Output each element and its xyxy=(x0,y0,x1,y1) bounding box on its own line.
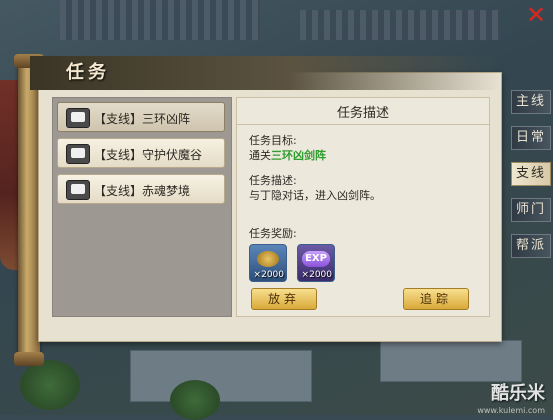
quest-item-label: 【支线】赤魂梦境 xyxy=(94,184,191,198)
track-button[interactable]: 追踪 xyxy=(403,288,469,310)
description-header: 任务描述 xyxy=(336,106,389,121)
tab-daily[interactable]: 日常 xyxy=(511,126,551,150)
watermark-logo: 酷乐米 xyxy=(491,383,545,404)
watermark-url: www.kulemi.com xyxy=(477,406,545,415)
quest-scroll-icon xyxy=(66,180,90,200)
quest-description-panel: 任务描述 任务目标: 通关三环凶剑阵 任务描述: 与丁隐对话，进入凶剑阵。 任务… xyxy=(236,97,490,317)
target-prefix: 通关 xyxy=(249,149,271,162)
reward-coin[interactable]: ×2000 xyxy=(249,244,287,282)
roof-decoration xyxy=(300,10,500,40)
quest-scroll-icon xyxy=(66,108,90,128)
reward-exp[interactable]: EXP ×2000 xyxy=(297,244,335,282)
reward-count: ×2000 xyxy=(253,270,284,280)
exp-icon: EXP xyxy=(302,251,330,267)
target-highlight: 三环凶剑阵 xyxy=(271,149,326,162)
quest-item-fu-mo-gu[interactable]: 【支线】守护伏魔谷 xyxy=(57,138,225,168)
window-title: 任务 xyxy=(66,62,110,83)
target-label: 任务目标: xyxy=(249,134,297,147)
scroll-cap-bottom xyxy=(14,352,44,366)
quest-list: 【支线】三环凶阵 【支线】守护伏魔谷 【支线】赤魂梦境 xyxy=(52,97,232,317)
desc-text: 与丁隐对话，进入凶剑阵。 xyxy=(249,189,381,202)
tab-side[interactable]: 支线 xyxy=(511,162,551,186)
tree-decoration xyxy=(20,360,80,410)
quest-item-chi-hun[interactable]: 【支线】赤魂梦境 xyxy=(57,174,225,204)
abandon-button[interactable]: 放弃 xyxy=(251,288,317,310)
close-button[interactable]: ✕ xyxy=(525,3,547,27)
desc-label: 任务描述: xyxy=(249,174,297,187)
target-value: 通关三环凶剑阵 xyxy=(249,147,326,163)
quest-scroll-icon xyxy=(66,144,90,164)
quest-item-label: 【支线】守护伏魔谷 xyxy=(94,148,203,162)
divider xyxy=(237,124,489,125)
tree-decoration xyxy=(170,380,220,420)
tab-guild[interactable]: 帮派 xyxy=(511,234,551,258)
quest-item-san-huan[interactable]: 【支线】三环凶阵 xyxy=(57,102,225,132)
tab-sect[interactable]: 师门 xyxy=(511,198,551,222)
roof-decoration xyxy=(60,0,260,40)
wall-decoration xyxy=(380,340,522,382)
reward-label: 任务奖励: xyxy=(249,227,297,240)
reward-count: ×2000 xyxy=(301,270,332,280)
scroll-rod xyxy=(18,60,40,360)
quest-item-label: 【支线】三环凶阵 xyxy=(94,112,191,126)
wall-decoration xyxy=(130,350,312,402)
coin-icon xyxy=(257,251,279,267)
tab-main[interactable]: 主线 xyxy=(511,90,551,114)
